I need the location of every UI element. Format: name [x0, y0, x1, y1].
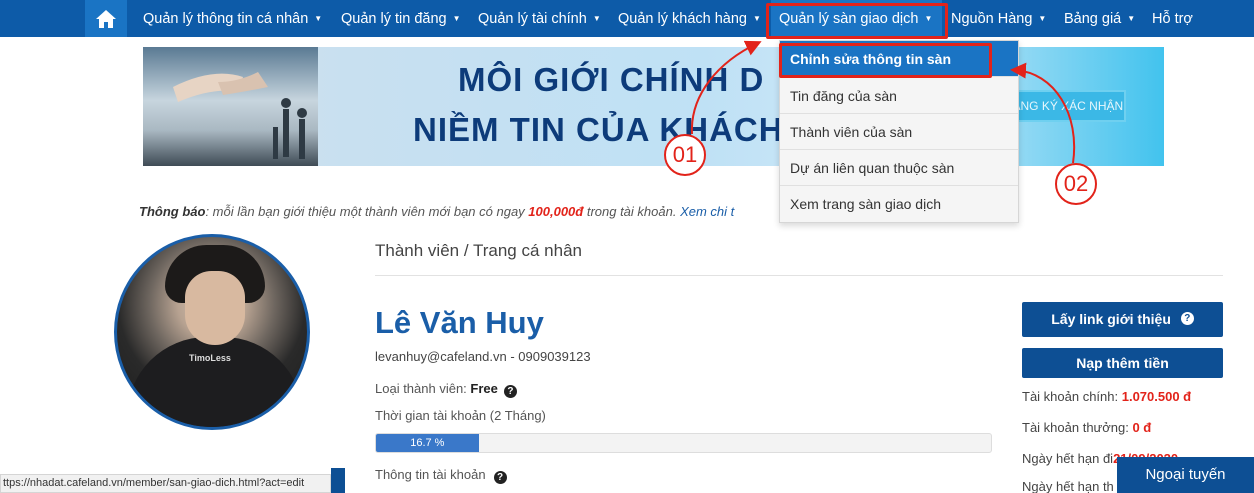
arrow-step1-icon [690, 40, 762, 135]
arrow-step2-icon [1010, 62, 1076, 164]
page: Quản lý thông tin cá nhân ▼ Quản lý tin đ… [0, 0, 1254, 493]
status-accent [331, 468, 345, 493]
status-bar-url: ttps://nhadat.cafeland.vn/member/san-gia… [0, 474, 331, 493]
step-number-2: 02 [1055, 163, 1097, 205]
annotation-arrows [690, 40, 1076, 164]
chat-status-button[interactable]: Ngoại tuyến [1117, 457, 1254, 493]
step-number-1: 01 [664, 134, 706, 176]
